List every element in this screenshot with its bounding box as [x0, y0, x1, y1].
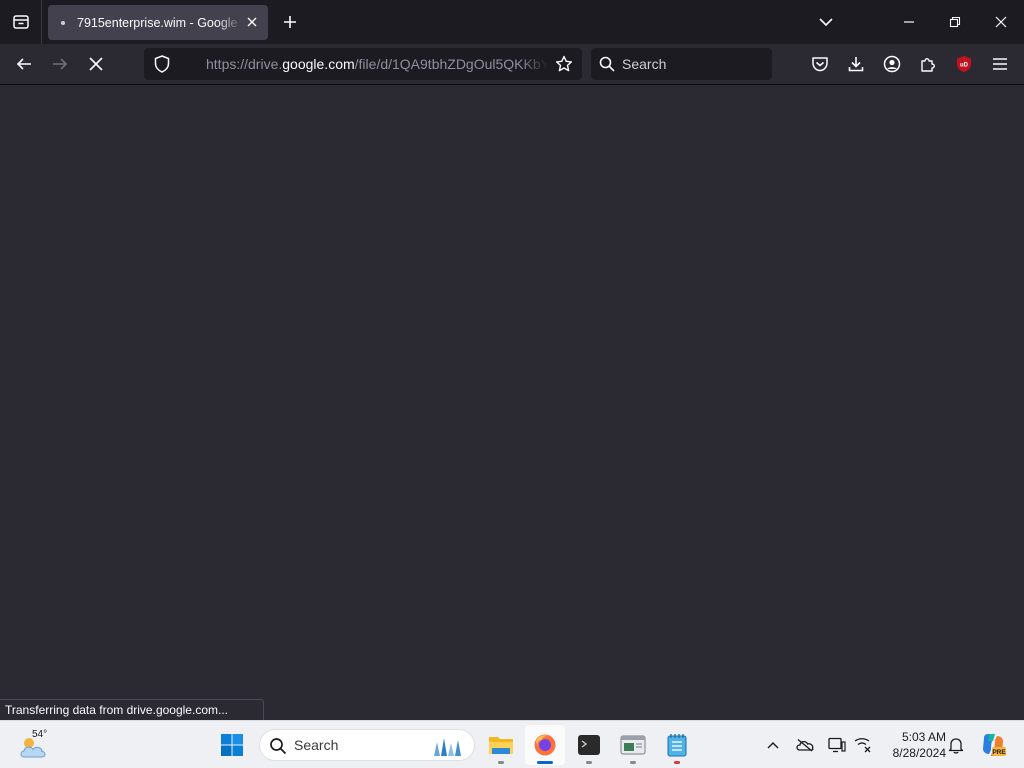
back-icon — [16, 58, 31, 70]
app-window-icon — [620, 735, 646, 755]
display-icon — [828, 737, 846, 753]
shield-icon — [154, 55, 170, 73]
search-icon — [599, 56, 615, 72]
running-indicator — [586, 761, 592, 764]
show-hidden-icons-button[interactable] — [761, 733, 785, 757]
account-icon — [883, 55, 901, 73]
running-indicator — [630, 761, 636, 764]
tab-active[interactable]: 7915enterprise.wim - Google Drive — [48, 5, 268, 40]
download-icon — [848, 57, 864, 72]
network-status[interactable] — [851, 733, 875, 757]
minimize-button[interactable] — [886, 0, 932, 44]
url-domain: google.com — [282, 56, 355, 72]
status-panel: Transferring data from drive.google.com.… — [0, 699, 264, 720]
bell-icon — [948, 738, 964, 754]
url-prefix: https://drive. — [206, 56, 283, 72]
forward-button[interactable] — [44, 48, 76, 80]
tab-title: 7915enterprise.wim - Google Drive — [77, 15, 242, 30]
weather-temp: 54° — [32, 729, 48, 740]
svg-text:uD: uD — [960, 63, 969, 69]
terminal-icon — [578, 735, 600, 755]
tab-close-button[interactable] — [244, 14, 260, 30]
window-close-button[interactable] — [978, 0, 1024, 44]
window-close-icon — [995, 16, 1007, 28]
star-icon — [555, 55, 573, 72]
search-placeholder: Search — [622, 56, 667, 72]
clock-time: 5:03 AM — [901, 730, 946, 744]
url-path: /file/d/1QA9tbhZDgOul5QKKbYh — [354, 56, 548, 72]
url-text[interactable]: https://drive.google.com/file/d/1QA9tbhZ… — [206, 56, 548, 72]
taskbar-firefox[interactable] — [525, 725, 565, 765]
search-bar[interactable]: Search — [591, 48, 772, 80]
copilot-icon: PRE — [983, 734, 1006, 756]
app-menu-button[interactable] — [984, 48, 1016, 80]
list-all-tabs-button[interactable] — [803, 0, 849, 44]
loading-dot-icon — [61, 20, 65, 25]
chevron-up-icon — [767, 742, 779, 749]
active-indicator — [537, 761, 553, 764]
copilot-button[interactable]: PRE — [979, 731, 1007, 759]
tab-list-icon — [12, 15, 29, 29]
system-clock[interactable]: 5:03 AM 8/28/2024 — [876, 729, 946, 761]
minimize-icon — [904, 21, 914, 23]
ublock-icon: uD — [957, 56, 971, 72]
file-explorer-icon — [489, 737, 513, 754]
notifications-button[interactable] — [944, 733, 968, 757]
taskbar-terminal[interactable] — [569, 725, 609, 765]
restore-button[interactable] — [932, 0, 978, 44]
tab-list-button[interactable] — [0, 0, 42, 44]
weather-widget[interactable]: 54° — [16, 727, 56, 763]
notepad-icon — [667, 734, 687, 757]
taskbar-notepad[interactable] — [657, 725, 697, 765]
search-highlight-icon — [434, 738, 461, 756]
search-icon — [270, 738, 287, 755]
menu-icon — [993, 58, 1007, 70]
network-icon — [854, 738, 871, 753]
navigation-toolbar: https://drive.google.com/file/d/1QA9tbhZ… — [0, 44, 1024, 85]
taskbar: 54° Search 5:03 AM 8/28/2024 PRE — [0, 720, 1024, 768]
downloads-button[interactable] — [840, 48, 872, 80]
account-button[interactable] — [876, 48, 908, 80]
taskbar-file-explorer[interactable] — [481, 725, 521, 765]
chevron-down-icon — [819, 18, 833, 27]
new-tab-button[interactable] — [278, 10, 302, 34]
windows-start-icon — [221, 734, 243, 756]
display-status[interactable] — [825, 733, 849, 757]
extensions-button[interactable] — [912, 48, 944, 80]
page-content — [0, 85, 1024, 720]
stop-button[interactable] — [80, 48, 112, 80]
pocket-icon — [812, 57, 828, 72]
running-indicator — [498, 761, 504, 764]
attention-indicator — [674, 761, 680, 764]
tab-strip: 7915enterprise.wim - Google Drive — [0, 0, 1024, 44]
clock-date: 8/28/2024 — [892, 746, 946, 760]
start-button[interactable] — [212, 725, 252, 765]
taskbar-app-window[interactable] — [613, 725, 653, 765]
pocket-button[interactable] — [804, 48, 836, 80]
tracking-protection-button[interactable] — [150, 52, 174, 76]
stop-icon — [89, 57, 103, 71]
taskbar-search-label: Search — [294, 737, 339, 753]
svg-text:PRE: PRE — [992, 749, 1006, 756]
taskbar-search[interactable]: Search — [259, 729, 475, 761]
plus-icon — [284, 16, 296, 28]
forward-icon — [53, 58, 68, 70]
back-button[interactable] — [8, 48, 40, 80]
ublock-button[interactable]: uD — [948, 48, 980, 80]
bookmark-star-button[interactable] — [552, 52, 576, 76]
firefox-icon — [534, 734, 556, 756]
onedrive-status[interactable] — [793, 733, 817, 757]
url-bar[interactable]: https://drive.google.com/file/d/1QA9tbhZ… — [144, 48, 582, 80]
restore-icon — [949, 16, 961, 28]
close-icon — [247, 17, 257, 27]
extensions-icon — [921, 58, 935, 72]
onedrive-icon — [796, 738, 814, 752]
